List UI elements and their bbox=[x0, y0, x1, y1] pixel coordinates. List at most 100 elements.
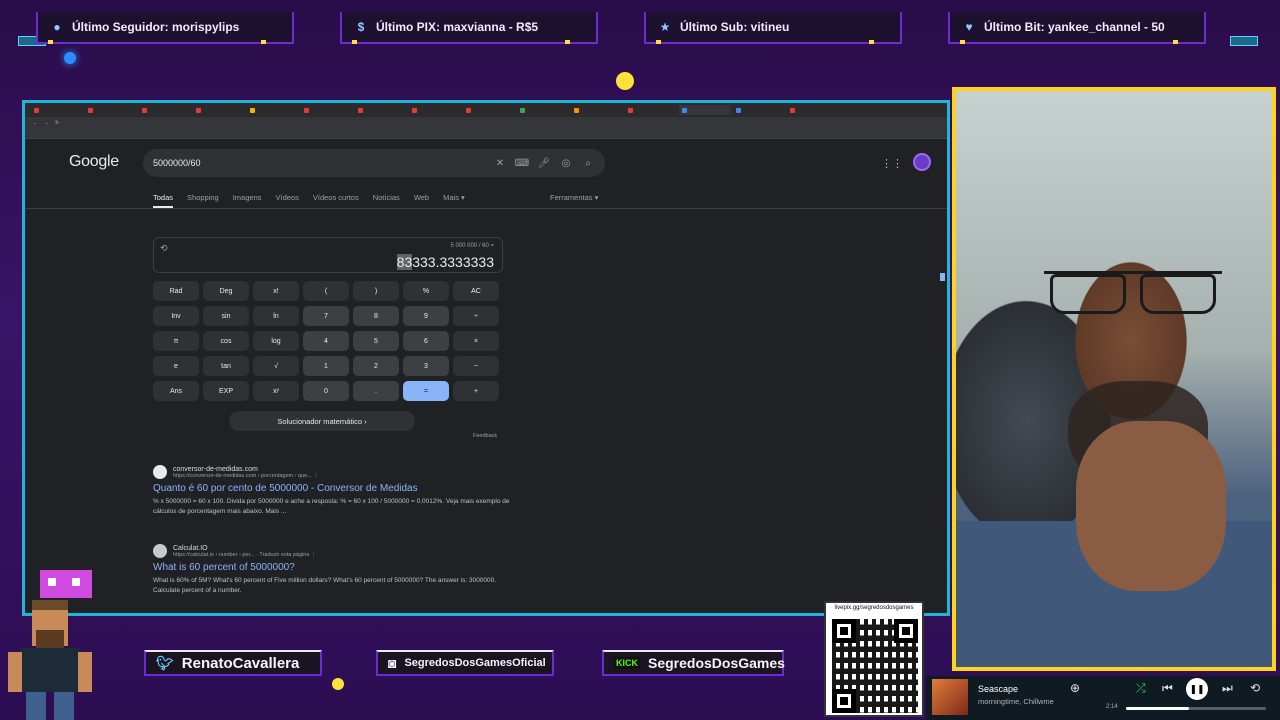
song-artist: morningtime, Chillwme bbox=[978, 697, 1054, 706]
tab-videos-curtos[interactable]: Vídeos curtos bbox=[313, 189, 359, 208]
add-icon[interactable]: ⊕ bbox=[1070, 681, 1080, 695]
result-site-name: Calculat.IO bbox=[173, 544, 208, 552]
search-input[interactable]: 5000000/60 bbox=[153, 158, 485, 168]
key-0[interactable]: 0 bbox=[303, 381, 349, 401]
key-close-paren[interactable]: ) bbox=[353, 281, 399, 301]
qr-finder bbox=[894, 619, 918, 643]
tools-dropdown[interactable]: Ferramentas ▾ bbox=[550, 193, 598, 202]
browser-tab[interactable] bbox=[193, 105, 245, 115]
key-cos[interactable]: cos bbox=[203, 331, 249, 351]
key-log[interactable]: log bbox=[253, 331, 299, 351]
key-plus[interactable]: + bbox=[453, 381, 499, 401]
key-4[interactable]: 4 bbox=[303, 331, 349, 351]
key-equals[interactable]: = bbox=[403, 381, 449, 401]
key-9[interactable]: 9 bbox=[403, 306, 449, 326]
key-6[interactable]: 6 bbox=[403, 331, 449, 351]
key-7[interactable]: 7 bbox=[303, 306, 349, 326]
browser-tab[interactable] bbox=[31, 105, 83, 115]
key-open-paren[interactable]: ( bbox=[303, 281, 349, 301]
browser-tab[interactable] bbox=[625, 105, 677, 115]
key-tan[interactable]: tan bbox=[203, 356, 249, 376]
key-e[interactable]: e bbox=[153, 356, 199, 376]
back-icon[interactable]: ← bbox=[33, 120, 38, 126]
key-sin[interactable]: sin bbox=[203, 306, 249, 326]
math-solver-button[interactable]: Solucionador matemático › bbox=[229, 411, 415, 431]
browser-tab[interactable] bbox=[787, 105, 839, 115]
clear-icon[interactable]: ✕ bbox=[493, 156, 507, 170]
key-decimal[interactable]: . bbox=[353, 381, 399, 401]
browser-tab[interactable] bbox=[139, 105, 191, 115]
key-power[interactable]: xʸ bbox=[253, 381, 299, 401]
result-url: https://calculat.io › number › per... · … bbox=[173, 551, 317, 558]
browser-tab-active[interactable] bbox=[679, 105, 731, 115]
browser-tab[interactable] bbox=[247, 105, 299, 115]
browser-tab[interactable] bbox=[409, 105, 461, 115]
result-source[interactable]: Calculat.IO https://calculat.io › number… bbox=[153, 544, 513, 558]
search-box[interactable]: 5000000/60 ✕ ⌨ 🎤︎ ◎ ⌕ bbox=[143, 149, 605, 177]
key-3[interactable]: 3 bbox=[403, 356, 449, 376]
key-ac[interactable]: AC bbox=[453, 281, 499, 301]
donation-qr-code: livepix.gg/segredosdosgames bbox=[824, 601, 924, 717]
alert-label: Último Bit: yankee_channel - 50 bbox=[984, 20, 1165, 34]
deco-dot bbox=[869, 40, 874, 44]
key-exp[interactable]: EXP bbox=[203, 381, 249, 401]
lens-icon[interactable]: ◎ bbox=[559, 156, 573, 170]
browser-tab[interactable] bbox=[355, 105, 407, 115]
apps-grid-icon[interactable]: ⋮⋮ bbox=[881, 157, 903, 170]
key-8[interactable]: 8 bbox=[353, 306, 399, 326]
search-icon[interactable]: ⌕ bbox=[581, 156, 595, 170]
tab-todas[interactable]: Todas bbox=[153, 189, 174, 208]
result-source[interactable]: conversor-de-medidas.com https://convers… bbox=[153, 465, 513, 479]
reload-icon[interactable]: ↻ bbox=[55, 120, 59, 126]
tab-noticias[interactable]: Notícias bbox=[373, 189, 400, 208]
key-deg[interactable]: Deg bbox=[203, 281, 249, 301]
key-percent[interactable]: % bbox=[403, 281, 449, 301]
history-icon[interactable]: ⟲ bbox=[160, 243, 168, 254]
key-divide[interactable]: ÷ bbox=[453, 306, 499, 326]
result-title-link[interactable]: What is 60 percent of 5000000? bbox=[153, 562, 513, 573]
pause-button[interactable]: ❚❚ bbox=[1186, 678, 1208, 700]
browser-tab[interactable] bbox=[301, 105, 353, 115]
result-title-link[interactable]: Quanto é 60 por cento de 5000000 - Conve… bbox=[153, 483, 513, 494]
repeat-icon[interactable]: ⟲ bbox=[1250, 681, 1260, 695]
microphone-icon[interactable]: 🎤︎ bbox=[537, 156, 551, 170]
page-scrollbar[interactable] bbox=[940, 273, 945, 281]
key-inv[interactable]: Inv bbox=[153, 306, 199, 326]
alert-label: Último Seguidor: morispylips bbox=[72, 20, 240, 34]
tab-mais[interactable]: Mais ▾ bbox=[443, 189, 465, 208]
deco-dot bbox=[960, 40, 965, 44]
google-logo[interactable]: Google bbox=[69, 153, 119, 171]
tab-imagens[interactable]: Imagens bbox=[233, 189, 262, 208]
key-2[interactable]: 2 bbox=[353, 356, 399, 376]
calculator-keypad: Rad Deg x! ( ) % AC Inv sin ln 7 8 9 ÷ π… bbox=[153, 281, 503, 401]
browser-tab[interactable] bbox=[571, 105, 623, 115]
browser-tab[interactable] bbox=[463, 105, 515, 115]
browser-tab[interactable] bbox=[85, 105, 137, 115]
address-bar[interactable]: ← → ↻ bbox=[25, 117, 947, 129]
browser-tab[interactable] bbox=[733, 105, 785, 115]
tab-shopping[interactable]: Shopping bbox=[187, 189, 219, 208]
key-rad[interactable]: Rad bbox=[153, 281, 199, 301]
key-ln[interactable]: ln bbox=[253, 306, 299, 326]
previous-icon[interactable]: ⏮︎ bbox=[1162, 681, 1173, 696]
key-sqrt[interactable]: √ bbox=[253, 356, 299, 376]
key-pi[interactable]: π bbox=[153, 331, 199, 351]
key-1[interactable]: 1 bbox=[303, 356, 349, 376]
deco-dot-yellow bbox=[332, 678, 344, 690]
forward-icon[interactable]: → bbox=[44, 120, 49, 126]
key-ans[interactable]: Ans bbox=[153, 381, 199, 401]
progress-bar[interactable] bbox=[1126, 707, 1266, 710]
key-minus[interactable]: − bbox=[453, 356, 499, 376]
key-5[interactable]: 5 bbox=[353, 331, 399, 351]
account-avatar[interactable] bbox=[913, 153, 931, 171]
shuffle-icon[interactable]: ⤮ bbox=[1136, 681, 1146, 696]
diamond-icon: ♥ bbox=[965, 20, 973, 34]
feedback-link[interactable]: Feedback bbox=[473, 433, 497, 439]
tab-videos[interactable]: Vídeos bbox=[276, 189, 299, 208]
tab-web[interactable]: Web bbox=[414, 189, 429, 208]
next-icon[interactable]: ⏭︎ bbox=[1222, 681, 1233, 696]
browser-tab[interactable] bbox=[517, 105, 569, 115]
key-factorial[interactable]: x! bbox=[253, 281, 299, 301]
key-multiply[interactable]: × bbox=[453, 331, 499, 351]
keyboard-icon[interactable]: ⌨ bbox=[515, 156, 529, 170]
